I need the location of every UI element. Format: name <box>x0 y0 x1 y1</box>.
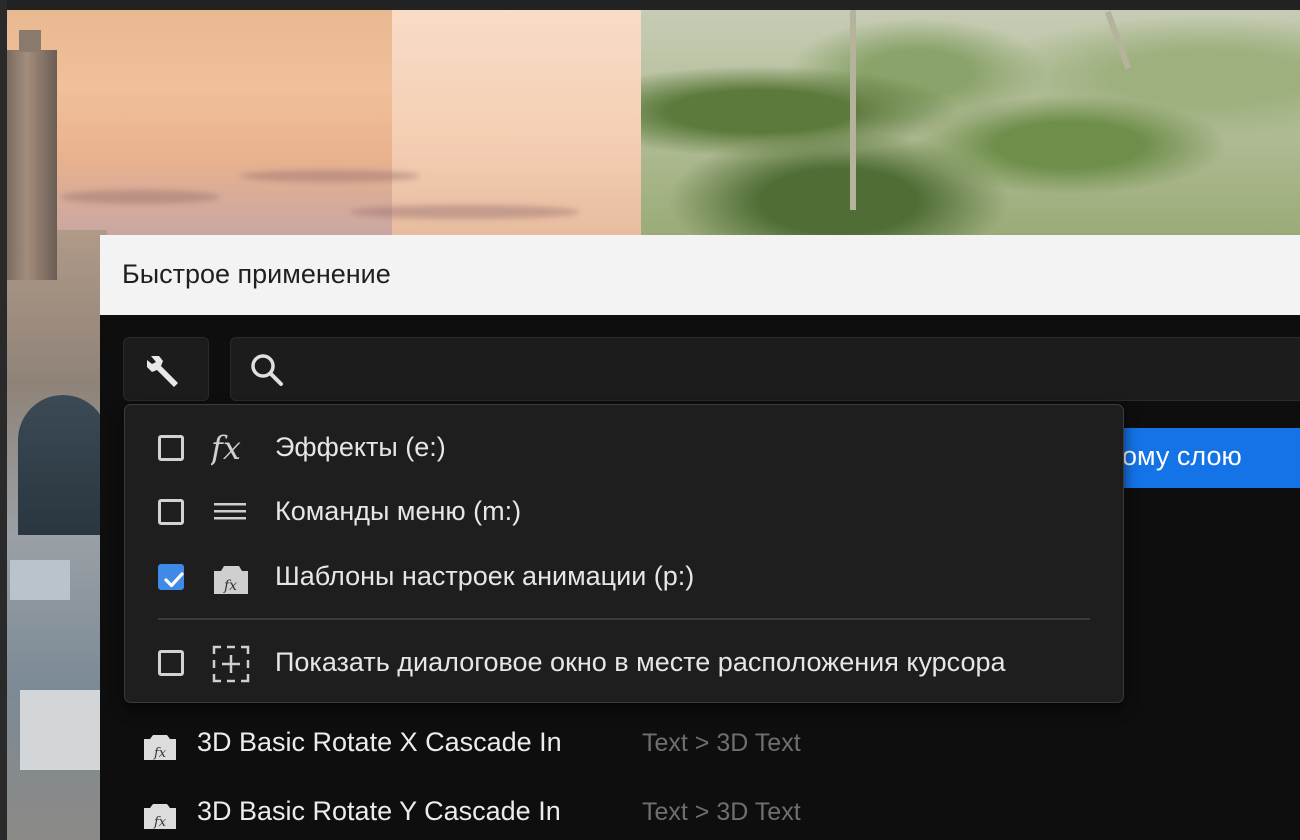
cloud <box>60 190 220 204</box>
search-icon <box>251 354 283 386</box>
menu-item-label: Команды меню (m:) <box>275 496 522 526</box>
menu-item-label: Шаблоны настроек анимации (p:) <box>275 561 695 591</box>
result-row[interactable]: fx 3D Basic Rotate X Cascade In Text > 3… <box>142 720 1292 770</box>
result-row-selected[interactable]: ому слою <box>1100 428 1300 488</box>
dialog-titlebar[interactable]: Быстрое применение <box>100 235 1300 315</box>
menu-lines-icon <box>214 503 246 520</box>
cursor-position-icon <box>212 645 250 683</box>
building <box>20 690 100 770</box>
effects-checkbox[interactable] <box>158 435 184 461</box>
checkmark-icon <box>164 572 184 588</box>
menu-item-menu-commands[interactable]: Команды меню (m:) <box>125 485 1123 541</box>
result-name: 3D Basic Rotate X Cascade In <box>197 727 562 757</box>
wrench-icon <box>147 356 178 387</box>
result-name: 3D Basic Rotate Y Cascade In <box>197 796 561 826</box>
animation-preset-icon: fx <box>214 566 248 594</box>
menu-item-animation-presets[interactable]: fx Шаблоны настроек анимации (p:) <box>125 550 1123 606</box>
top-bar <box>0 0 1300 10</box>
svg-text:fx: fx <box>223 578 237 594</box>
tree-trunk <box>850 10 856 210</box>
filter-dropdown-menu: fx Эффекты (e:) Команды меню (m:) fx Шаб… <box>124 404 1124 703</box>
svg-text:fx: fx <box>153 815 167 830</box>
result-path: Text > 3D Text <box>642 729 801 757</box>
animation-presets-checkbox[interactable] <box>158 564 184 590</box>
result-name: ому слою <box>1122 441 1242 471</box>
search-field[interactable] <box>230 337 1300 401</box>
building <box>10 560 70 600</box>
tower-building <box>7 30 57 280</box>
menu-separator <box>158 618 1090 620</box>
search-input[interactable] <box>295 350 1289 390</box>
cloud <box>240 170 420 182</box>
svg-text:fx: fx <box>153 746 167 761</box>
menu-item-label: Показать диалоговое окно в месте располо… <box>275 647 1006 677</box>
menu-commands-checkbox[interactable] <box>158 499 184 525</box>
cloud <box>350 205 580 219</box>
svg-text:fx: fx <box>211 429 241 467</box>
dialog-title: Быстрое применение <box>122 259 391 289</box>
left-edge <box>0 0 7 840</box>
trees-photo <box>641 10 1300 235</box>
fx-icon: fx <box>211 429 241 467</box>
menu-item-show-at-cursor[interactable]: Показать диалоговое окно в месте располо… <box>125 636 1123 692</box>
animation-preset-icon: fx <box>144 735 176 761</box>
animation-preset-icon: fx <box>144 804 176 830</box>
filter-settings-button[interactable] <box>123 337 209 401</box>
result-path: Text > 3D Text <box>642 798 801 826</box>
show-at-cursor-checkbox[interactable] <box>158 650 184 676</box>
result-row[interactable]: fx 3D Basic Rotate Y Cascade In Text > 3… <box>142 789 1292 839</box>
menu-item-label: Эффекты (e:) <box>275 432 446 462</box>
sunset-sky-overlay <box>392 10 642 235</box>
dome-building <box>18 395 108 535</box>
menu-item-effects[interactable]: fx Эффекты (e:) <box>125 421 1123 477</box>
